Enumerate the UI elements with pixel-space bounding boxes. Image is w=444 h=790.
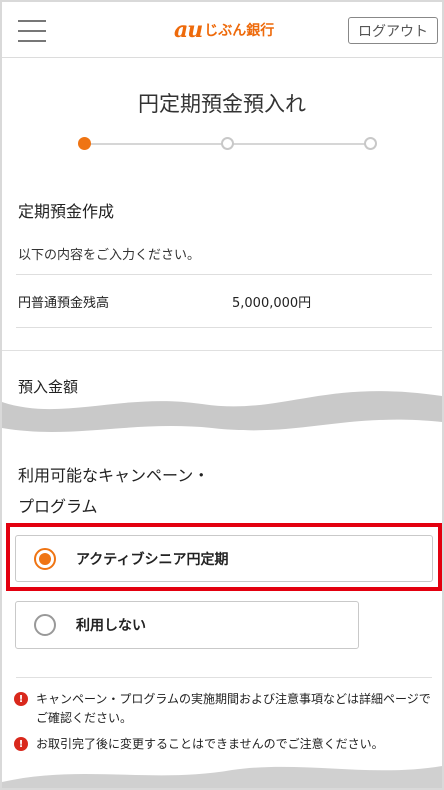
campaign-heading-line2: プログラム	[18, 497, 98, 516]
step-3-dot	[364, 137, 377, 150]
option-label: 利用しない	[76, 618, 146, 634]
menu-icon[interactable]	[18, 18, 46, 44]
logo-brand: au	[174, 17, 203, 43]
selection-highlight	[6, 523, 442, 591]
app-frame: au じぶん銀行 ログアウト 円定期預金預入れ 定期預金作成 以下の内容をご入力…	[0, 0, 444, 790]
alert-icon: !	[14, 737, 28, 751]
section-heading: 定期預金作成	[18, 202, 115, 221]
campaign-option-none[interactable]: 利用しない	[15, 601, 359, 649]
divider	[16, 274, 432, 275]
page-title: 円定期預金預入れ	[138, 92, 306, 116]
note-text: お取引完了後に変更することはできませんのでご注意ください。	[36, 737, 384, 751]
torn-edge-graphic	[2, 766, 442, 788]
campaign-heading: 利用可能なキャンペーン・ プログラム	[18, 460, 209, 522]
lead-text: 以下の内容をご入力ください。	[18, 248, 201, 263]
note-item: ! お取引完了後に変更することはできませんのでご注意ください。	[14, 735, 434, 754]
divider	[16, 327, 432, 328]
note-text: キャンペーン・プログラムの実施期間および注意事項などは詳細ページでご確認ください…	[36, 692, 431, 725]
campaign-heading-line1: 利用可能なキャンペーン・	[18, 466, 210, 485]
logo-text: じぶん銀行	[204, 23, 275, 39]
balance-label: 円普通預金残高	[18, 296, 110, 311]
note-item: ! キャンペーン・プログラムの実施期間および注意事項などは詳細ページでご確認くだ…	[14, 690, 434, 728]
alert-icon: !	[14, 692, 28, 706]
divider	[16, 677, 432, 678]
logout-button[interactable]: ログアウト	[348, 17, 438, 44]
step-1-dot	[78, 137, 91, 150]
progress-stepper	[78, 136, 378, 152]
balance-value: 5,000,000円	[232, 296, 312, 311]
torn-edge-graphic	[2, 391, 442, 432]
radio-unselected-icon[interactable]	[34, 614, 56, 636]
brand-logo: au じぶん銀行	[174, 16, 274, 44]
step-2-dot	[221, 137, 234, 150]
header: au じぶん銀行 ログアウト	[2, 2, 442, 58]
